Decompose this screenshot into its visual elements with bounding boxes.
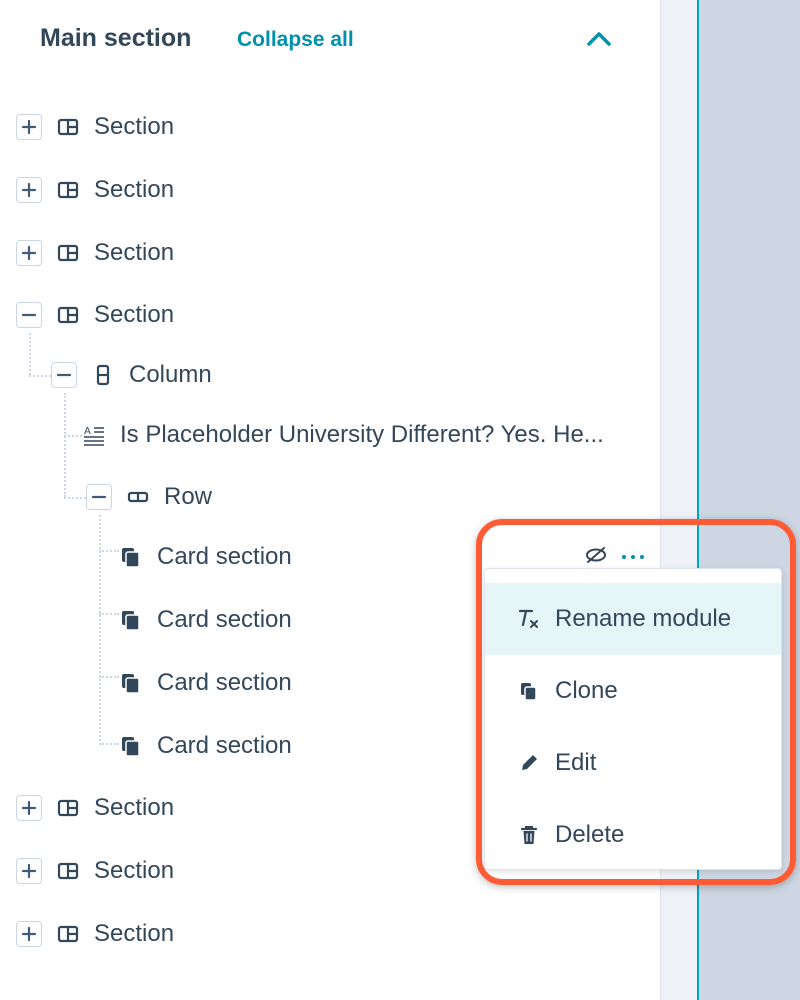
tree-item-section[interactable]: Section	[16, 851, 174, 891]
tree-item-section-expanded[interactable]: Section	[16, 295, 174, 335]
expand-plus-icon[interactable]	[16, 114, 42, 140]
tree-item-rich-text[interactable]: A Is Placeholder University Different? Y…	[82, 415, 650, 455]
tree-connector	[99, 550, 119, 552]
tree-item-label: Section	[94, 794, 175, 821]
clear-format-icon	[517, 607, 541, 631]
collapse-minus-icon[interactable]	[16, 302, 42, 328]
tree-item-card-section[interactable]: Card section	[119, 726, 292, 766]
expand-plus-icon[interactable]	[16, 921, 42, 947]
tree-item-card-section[interactable]: Card section	[119, 537, 292, 577]
menu-item-label: Edit	[555, 749, 597, 776]
expand-plus-icon[interactable]	[16, 177, 42, 203]
tree-item-label: Section	[94, 176, 175, 203]
pencil-icon	[517, 751, 541, 775]
tree-item-card-section[interactable]: Card section	[119, 600, 292, 640]
tree-item-section[interactable]: Section	[16, 107, 174, 147]
expand-plus-icon[interactable]	[16, 240, 42, 266]
menu-item-label: Delete	[555, 821, 625, 848]
tree-item-row[interactable]: Row	[86, 477, 212, 517]
expand-plus-icon[interactable]	[16, 858, 42, 884]
menu-item-label: Clone	[555, 677, 618, 704]
section-layout-icon	[56, 241, 80, 265]
row-layout-icon	[126, 485, 150, 509]
tree-item-label: Row	[164, 483, 213, 510]
collapse-all-link[interactable]: Collapse all	[237, 28, 354, 52]
module-context-menu: Rename module Clone Edit Delete	[484, 568, 782, 870]
menu-item-label: Rename module	[555, 605, 732, 632]
menu-item-edit[interactable]: Edit	[485, 727, 781, 799]
tree-item-label: Section	[94, 113, 175, 140]
panel-title: Main section	[40, 24, 192, 52]
tree-item-section[interactable]: Section	[16, 170, 174, 210]
tree-item-label: Section	[94, 920, 175, 947]
menu-item-clone[interactable]: Clone	[485, 655, 781, 727]
tree-connector	[64, 497, 86, 499]
tree-item-label: Section	[94, 857, 175, 884]
tree-item-label: Card section	[157, 543, 292, 570]
menu-item-delete[interactable]: Delete	[485, 799, 781, 871]
tree-item-label: Section	[94, 239, 175, 266]
tree-item-section[interactable]: Section	[16, 914, 174, 954]
expand-plus-icon[interactable]	[16, 795, 42, 821]
rich-text-icon: A	[82, 423, 106, 447]
tree-connector	[64, 393, 66, 497]
collapse-minus-icon[interactable]	[86, 484, 112, 510]
clone-icon	[119, 608, 143, 632]
trash-icon	[517, 823, 541, 847]
section-layout-icon	[56, 115, 80, 139]
section-layout-icon	[56, 922, 80, 946]
chevron-up-icon[interactable]	[582, 24, 616, 54]
tree-connector	[29, 375, 51, 377]
section-layout-icon	[56, 796, 80, 820]
tree-connector	[99, 743, 119, 745]
clone-icon	[119, 545, 143, 569]
svg-text:A: A	[84, 426, 91, 437]
clone-icon	[119, 671, 143, 695]
tree-item-label: Section	[94, 301, 175, 328]
tree-item-label: Card section	[157, 669, 292, 696]
section-layout-icon	[56, 178, 80, 202]
tree-item-section[interactable]: Section	[16, 233, 174, 273]
tree-item-column[interactable]: Column	[51, 355, 212, 395]
tree-connector	[64, 435, 82, 437]
collapse-minus-icon[interactable]	[51, 362, 77, 388]
tree-item-label: Column	[129, 361, 212, 388]
tree-item-section[interactable]: Section	[16, 788, 174, 828]
tree-item-label: Card section	[157, 732, 292, 759]
menu-item-rename-module[interactable]: Rename module	[485, 583, 781, 655]
section-layout-icon	[56, 303, 80, 327]
clone-icon	[517, 679, 541, 703]
tree-item-card-section[interactable]: Card section	[119, 663, 292, 703]
clone-icon	[119, 734, 143, 758]
tree-connector	[29, 333, 31, 375]
tree-connector	[99, 676, 119, 678]
column-layout-icon	[91, 363, 115, 387]
section-layout-icon	[56, 859, 80, 883]
tree-item-label: Is Placeholder University Different? Yes…	[120, 421, 604, 448]
tree-item-label: Card section	[157, 606, 292, 633]
tree-connector	[99, 613, 119, 615]
